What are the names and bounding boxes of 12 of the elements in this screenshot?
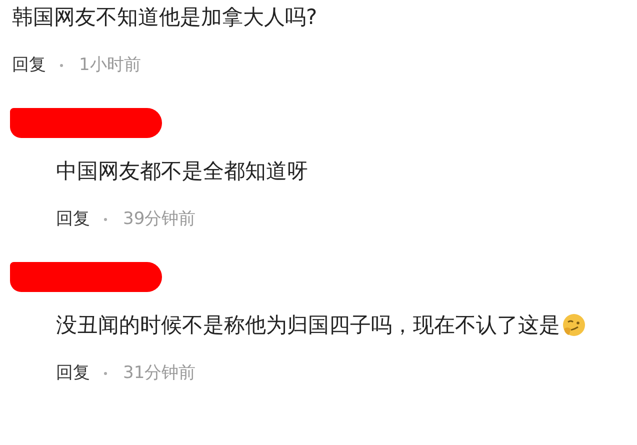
timestamp: 31分钟前 [123, 362, 196, 384]
reply-text: 中国网友都不是全都知道呀 [56, 158, 308, 185]
comment-text: 韩国网友不知道他是加拿大人吗? [12, 4, 318, 31]
reply-text: 没丑闻的时候不是称他为归国四子吗，现在不认了这是 [56, 312, 560, 339]
separator-dot [104, 218, 107, 220]
timestamp: 1小时前 [79, 54, 141, 76]
reply-link[interactable]: 回复 [56, 362, 90, 384]
reply-link[interactable]: 回复 [12, 54, 46, 76]
separator-dot [60, 64, 63, 66]
reply-link[interactable]: 回复 [56, 208, 90, 230]
timestamp: 39分钟前 [123, 208, 196, 230]
separator-dot [104, 372, 107, 374]
